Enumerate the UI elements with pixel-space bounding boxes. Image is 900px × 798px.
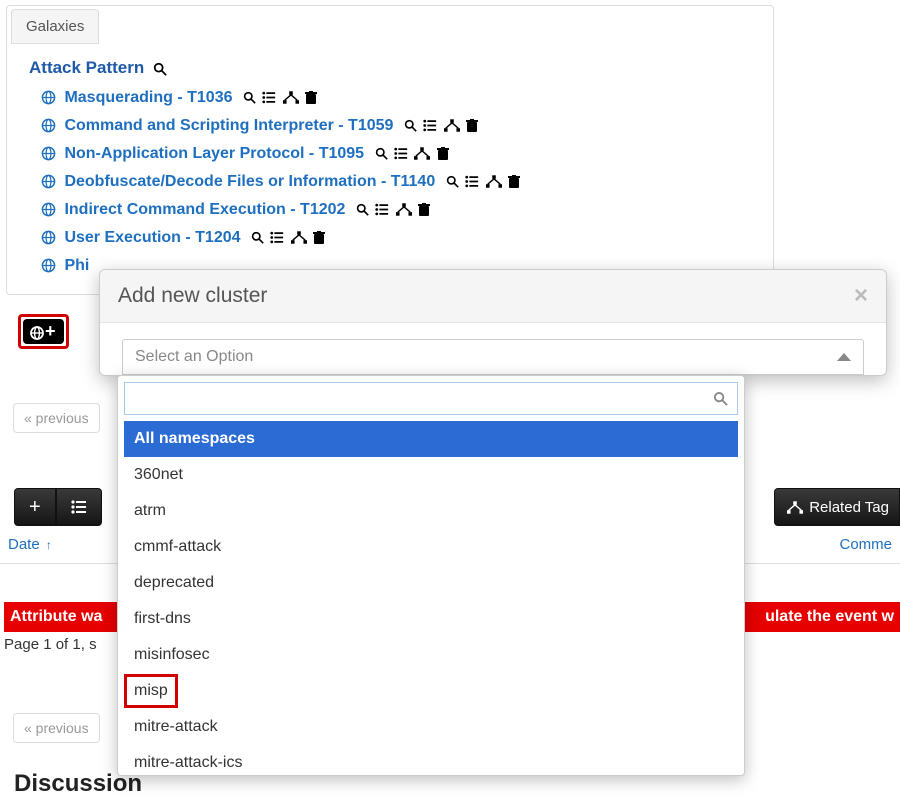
search-icon[interactable] <box>375 140 388 168</box>
trash-icon[interactable] <box>305 84 317 112</box>
list-icon[interactable] <box>375 196 389 224</box>
cluster-item-link[interactable]: Indirect Command Execution - T1202 <box>64 201 345 218</box>
globe-icon <box>41 145 56 162</box>
list-icon[interactable] <box>262 84 276 112</box>
globe-icon <box>41 173 56 190</box>
cluster-item-tools <box>249 229 325 246</box>
pager-previous[interactable]: « previous <box>13 403 100 433</box>
add-cluster-modal: Add new cluster × Select an Option <box>99 269 887 376</box>
cluster-item-tools <box>402 117 478 134</box>
cluster-item: Deobfuscate/Decode Files or Information … <box>41 168 755 196</box>
graph-icon[interactable] <box>444 112 460 140</box>
graph-icon <box>787 499 803 516</box>
cluster-item-link[interactable]: User Execution - T1204 <box>64 229 240 246</box>
caret-up-icon <box>837 353 851 361</box>
search-icon <box>713 390 728 408</box>
search-icon[interactable] <box>404 112 417 140</box>
column-header-date[interactable]: Date ↑ <box>8 536 52 553</box>
list-icon[interactable] <box>394 140 408 168</box>
trash-icon[interactable] <box>508 168 520 196</box>
cluster-item-link[interactable]: Phi <box>64 257 89 274</box>
cluster-item-list: Masquerading - T1036 Command and Scripti… <box>29 84 755 280</box>
dropdown-option[interactable]: 360net <box>124 457 738 493</box>
globe-icon <box>41 229 56 246</box>
search-icon[interactable] <box>251 224 264 252</box>
sort-asc-icon: ↑ <box>46 538 52 552</box>
modal-header: Add new cluster × <box>100 270 886 323</box>
graph-icon[interactable] <box>283 84 299 112</box>
dropdown-option[interactable]: mitre-attack-ics <box>124 745 738 769</box>
list-icon <box>71 496 87 519</box>
cluster-item-tools <box>444 173 520 190</box>
cluster-title: Attack Pattern <box>29 58 755 78</box>
graph-icon[interactable] <box>486 168 502 196</box>
add-attribute-button[interactable]: + <box>14 488 56 526</box>
cluster-item-link[interactable]: Deobfuscate/Decode Files or Information … <box>64 173 435 190</box>
pager-previous-bottom[interactable]: « previous <box>13 713 100 743</box>
cluster-item-link[interactable]: Non-Application Layer Protocol - T1095 <box>64 145 364 162</box>
cluster-item: Masquerading - T1036 <box>41 84 755 112</box>
graph-icon[interactable] <box>291 224 307 252</box>
cluster-item-tools <box>373 145 449 162</box>
globe-icon <box>41 257 56 274</box>
warning-left: Attribute wa <box>10 608 102 625</box>
galaxies-tab[interactable]: Galaxies <box>11 9 99 44</box>
namespace-select[interactable]: Select an Option <box>122 339 864 375</box>
cluster-item: Non-Application Layer Protocol - T1095 <box>41 140 755 168</box>
globe-icon <box>41 117 56 134</box>
search-icon[interactable] <box>356 196 369 224</box>
attribute-toolbar: + <box>14 488 102 526</box>
cluster-item-link[interactable]: Masquerading - T1036 <box>64 89 232 106</box>
cluster-item-tools <box>241 89 317 106</box>
dropdown-option[interactable]: mitre-attack <box>124 709 738 745</box>
modal-body: Select an Option <box>100 323 886 375</box>
dropdown-option[interactable]: first-dns <box>124 601 738 637</box>
graph-icon[interactable] <box>414 140 430 168</box>
warning-right: ulate the event w <box>765 608 894 626</box>
plus-icon: + <box>29 496 41 519</box>
dropdown-option-highlighted[interactable]: misp <box>124 674 178 708</box>
related-tags-label: Related Tag <box>809 499 889 516</box>
trash-icon[interactable] <box>466 112 478 140</box>
graph-icon[interactable] <box>396 196 412 224</box>
trash-icon[interactable] <box>313 224 325 252</box>
add-cluster-button[interactable]: + <box>23 319 64 344</box>
dropdown-option[interactable]: cmmf-attack <box>124 529 738 565</box>
globe-icon <box>41 89 56 106</box>
cluster-item: Command and Scripting Interpreter - T105… <box>41 112 755 140</box>
cluster-item-tools <box>354 201 430 218</box>
close-icon[interactable]: × <box>854 284 868 308</box>
list-icon[interactable] <box>270 224 284 252</box>
dropdown-search-wrap <box>124 382 738 415</box>
page-info: Page 1 of 1, s <box>4 636 97 653</box>
galaxies-body: Attack Pattern Masquerading - T1036 Comm… <box>7 44 773 294</box>
cluster-item: Indirect Command Execution - T1202 <box>41 196 755 224</box>
dropdown-option[interactable]: atrm <box>124 493 738 529</box>
dropdown-option[interactable]: misinfosec <box>124 637 738 673</box>
search-icon[interactable] <box>243 84 256 112</box>
dropdown-option[interactable]: All namespaces <box>124 421 738 457</box>
namespace-dropdown: All namespaces 360net atrm cmmf-attack d… <box>117 375 745 776</box>
dropdown-option[interactable]: deprecated <box>124 565 738 601</box>
namespace-select-placeholder: Select an Option <box>135 348 253 366</box>
globe-icon <box>41 201 56 218</box>
modal-title: Add new cluster <box>118 284 267 308</box>
trash-icon[interactable] <box>437 140 449 168</box>
related-tags-button[interactable]: Related Tag <box>774 488 900 526</box>
galaxies-panel: Galaxies Attack Pattern Masquerading - T… <box>6 5 774 295</box>
list-icon[interactable] <box>423 112 437 140</box>
dropdown-options[interactable]: All namespaces 360net atrm cmmf-attack d… <box>124 421 738 769</box>
column-header-comment[interactable]: Comme <box>839 536 892 553</box>
cluster-item-link[interactable]: Command and Scripting Interpreter - T105… <box>64 117 393 134</box>
list-view-button[interactable] <box>56 488 102 526</box>
column-header-date-label: Date <box>8 536 40 553</box>
cluster-title-text: Attack Pattern <box>29 58 144 77</box>
trash-icon[interactable] <box>418 196 430 224</box>
add-cluster-highlight: + <box>18 314 69 349</box>
search-icon[interactable] <box>153 58 167 77</box>
search-icon[interactable] <box>446 168 459 196</box>
dropdown-search-input[interactable] <box>124 382 738 415</box>
cluster-item: User Execution - T1204 <box>41 224 755 252</box>
list-icon[interactable] <box>465 168 479 196</box>
